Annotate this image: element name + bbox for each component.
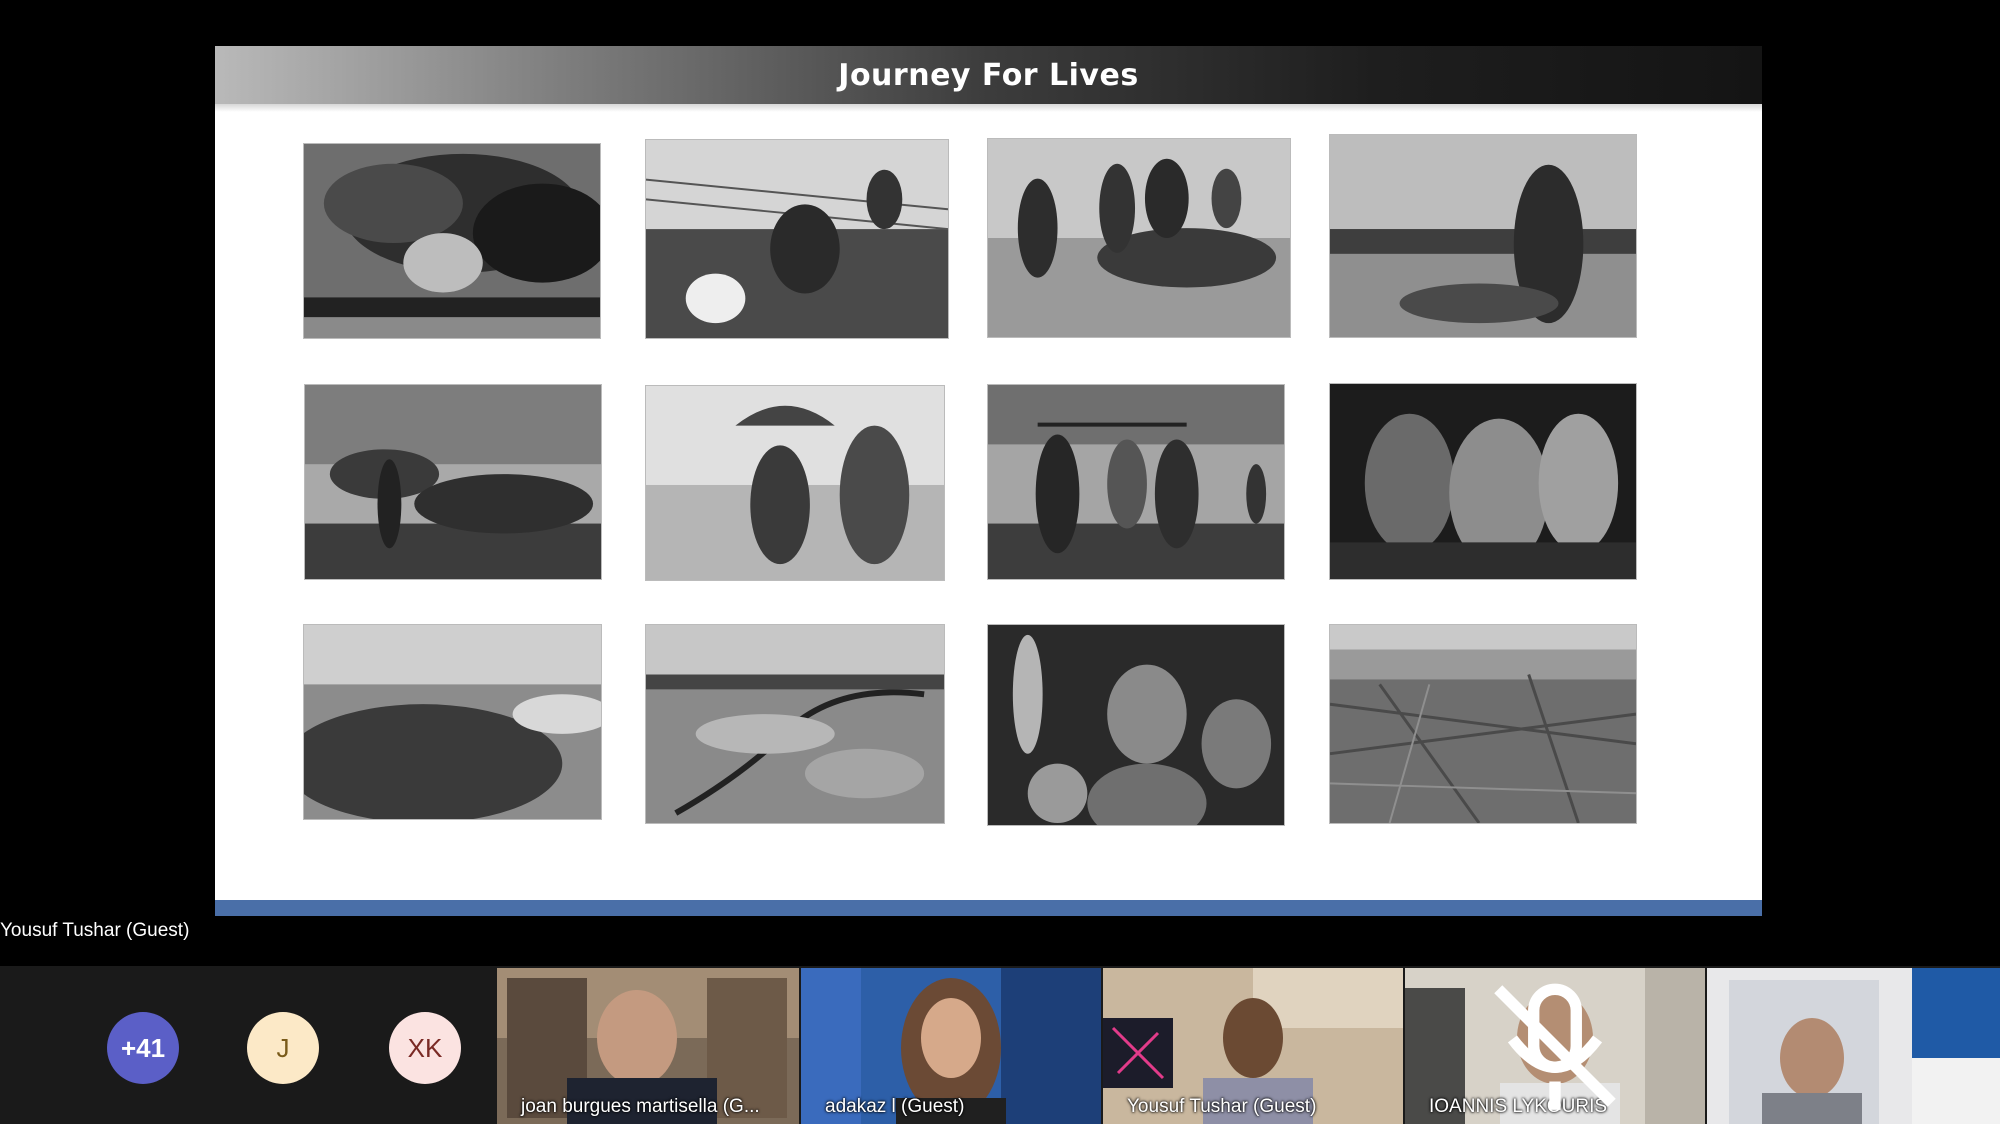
active-speaker-label: Yousuf Tushar (Guest) bbox=[0, 920, 190, 941]
overflow-count: +41 bbox=[120, 1032, 166, 1063]
photo-basket-carriers bbox=[304, 384, 602, 580]
avatar-initials: XK bbox=[407, 1032, 443, 1063]
photo-aerial-camp bbox=[1329, 624, 1637, 824]
video-tile-ioannis[interactable]: IOANNIS LYKOURIS bbox=[1405, 968, 1705, 1124]
photo-carrying-elder bbox=[1329, 134, 1637, 338]
participant-avatar-xk[interactable]: XK bbox=[389, 1012, 461, 1084]
tile-label: adakaz l (Guest) bbox=[825, 1096, 965, 1117]
slide-title: Journey For Lives bbox=[838, 57, 1139, 93]
video-tile-yousuf[interactable]: Yousuf Tushar (Guest) bbox=[1103, 968, 1403, 1124]
photo-wading-group bbox=[987, 138, 1291, 338]
tile-label: joan burgues martisella (G... bbox=[521, 1096, 760, 1117]
photo-crowd-shore bbox=[303, 624, 602, 820]
presentation-slide: Journey For Lives bbox=[215, 46, 1762, 916]
video-tile-adakaz[interactable]: adakaz l (Guest) bbox=[801, 968, 1101, 1124]
video-tile-joan[interactable]: joan burgues martisella (G... bbox=[497, 968, 799, 1124]
slide-header-shadow bbox=[215, 104, 1762, 112]
photo-fence-crossing bbox=[645, 139, 949, 339]
video-feed bbox=[1707, 968, 2000, 1124]
photo-women-night-water bbox=[1329, 383, 1637, 580]
video-tile-participant-5[interactable] bbox=[1707, 968, 2000, 1124]
photo-child-portrait bbox=[987, 624, 1285, 826]
photo-smoke-village bbox=[303, 143, 601, 339]
photo-umbrella-rain bbox=[645, 385, 945, 581]
participant-avatar-j[interactable]: J bbox=[247, 1012, 319, 1084]
tile-label: Yousuf Tushar (Guest) bbox=[1127, 1096, 1317, 1117]
slide-header: Journey For Lives bbox=[215, 46, 1762, 104]
overflow-participants-button[interactable]: +41 bbox=[107, 1012, 179, 1084]
slide-footer-bar bbox=[215, 900, 1762, 916]
mic-muted-icon bbox=[1494, 983, 1616, 1110]
photo-path-landscape bbox=[645, 624, 945, 824]
photo-pole-carriers bbox=[987, 384, 1285, 580]
avatar-initials: J bbox=[276, 1032, 290, 1063]
